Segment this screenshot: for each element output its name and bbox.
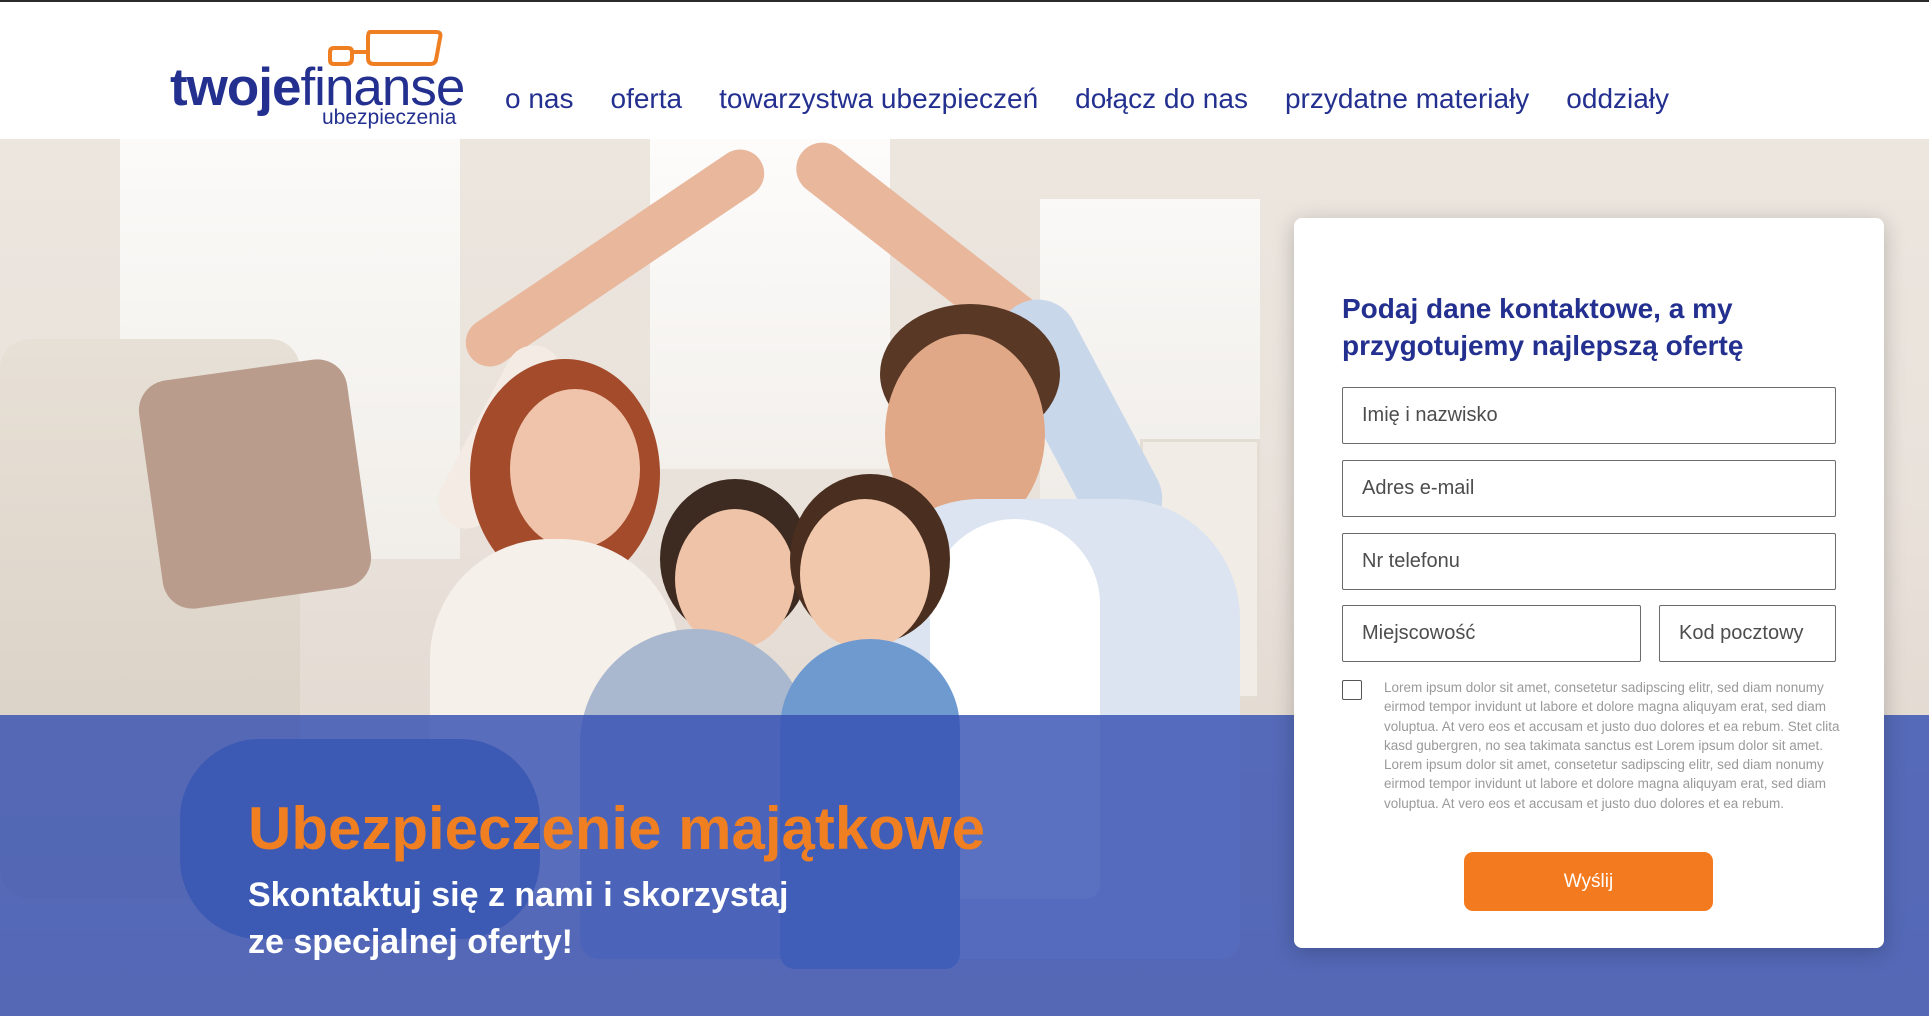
nav-item-oddzialy[interactable]: oddziały xyxy=(1566,82,1669,116)
logo[interactable]: twojefinanse ubezpieczenia xyxy=(170,28,470,129)
contact-form-card: Podaj dane kontaktowe, a my przygotujemy… xyxy=(1294,218,1884,948)
hero-subtitle-line1: Skontaktuj się z nami i skorzystaj xyxy=(248,876,789,914)
name-input[interactable] xyxy=(1342,387,1836,444)
main-nav: o nas oferta towarzystwa ubezpieczeń doł… xyxy=(505,82,1706,116)
hero-subtitle-line2: ze specjalnej oferty! xyxy=(248,923,574,961)
zip-code-input[interactable] xyxy=(1659,605,1836,662)
consent-text: Lorem ipsum dolor sit amet, consetetur s… xyxy=(1384,680,1840,811)
form-title: Podaj dane kontaktowe, a my przygotujemy… xyxy=(1342,293,1744,361)
hero-title: Ubezpieczenie majątkowe xyxy=(248,795,985,862)
logo-word-bold: twoje xyxy=(170,58,301,117)
site-header: twojefinanse ubezpieczenia o nas oferta … xyxy=(0,2,1929,139)
nav-item-oferta[interactable]: oferta xyxy=(611,82,683,116)
submit-button[interactable]: Wyślij xyxy=(1464,852,1713,911)
mother-face xyxy=(510,389,640,549)
logo-subtitle: ubezpieczenia xyxy=(322,106,457,129)
city-input[interactable] xyxy=(1342,605,1641,662)
nav-item-materialy[interactable]: przydatne materiały xyxy=(1285,82,1529,116)
girl-face xyxy=(800,499,930,649)
hero-subtitle: Skontaktuj się z nami i skorzystaj ze sp… xyxy=(248,872,948,966)
email-input[interactable] xyxy=(1342,460,1836,517)
boy-face xyxy=(675,509,795,649)
nav-item-dolacz[interactable]: dołącz do nas xyxy=(1075,82,1248,116)
pillow xyxy=(135,355,375,613)
nav-item-o-nas[interactable]: o nas xyxy=(505,82,574,116)
nav-item-towarzystwa[interactable]: towarzystwa ubezpieczeń xyxy=(719,82,1038,116)
consent-checkbox[interactable] xyxy=(1342,680,1362,700)
phone-input[interactable] xyxy=(1342,533,1836,590)
